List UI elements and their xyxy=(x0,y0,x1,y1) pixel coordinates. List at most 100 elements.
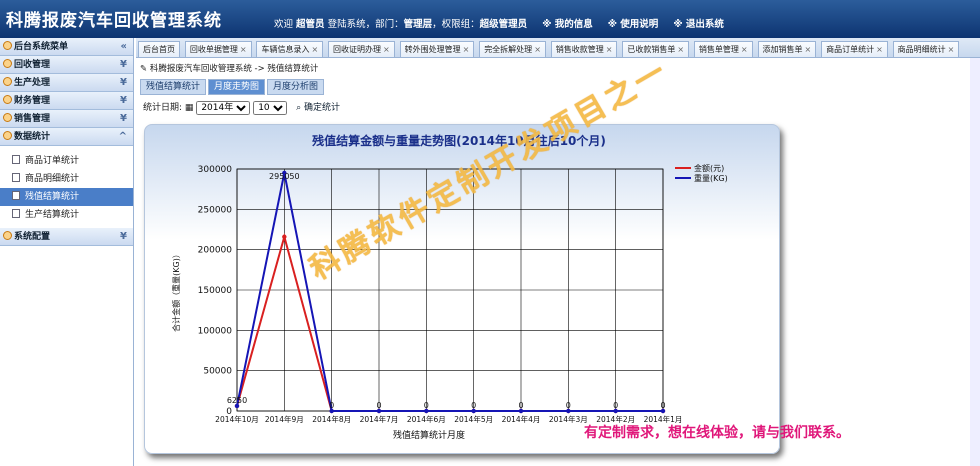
close-icon[interactable]: × xyxy=(876,45,883,54)
sidebar-title: 后台系统菜单 « xyxy=(0,38,133,56)
calendar-icon: ▦ xyxy=(184,103,194,113)
data-label: 0 xyxy=(329,401,334,410)
welcome-mid: 登陆系统，部门： xyxy=(327,19,404,30)
close-icon[interactable]: × xyxy=(240,45,247,54)
clock-icon xyxy=(3,113,12,122)
section-label: 财务管理 xyxy=(14,96,51,106)
y-tick-label: 50000 xyxy=(203,367,232,377)
my-info-link[interactable]: ※ 我的信息 xyxy=(542,19,593,30)
logout-link[interactable]: ※ 退出系统 xyxy=(673,19,724,30)
section-label: 生产处理 xyxy=(14,78,51,88)
close-icon[interactable]: × xyxy=(463,45,470,54)
sidebar-section-production[interactable]: 生产处理 ¥ xyxy=(0,74,133,92)
close-icon[interactable]: × xyxy=(948,45,955,54)
sidebar-item-detail-stats[interactable]: 商品明细统计 xyxy=(0,170,133,188)
chart-grid xyxy=(236,168,664,412)
year-select[interactable]: 2014年 xyxy=(196,101,251,115)
document-icon xyxy=(12,155,20,164)
sidebar-item-order-stats[interactable]: 商品订单统计 xyxy=(0,152,133,170)
close-icon[interactable]: × xyxy=(741,45,748,54)
tab-order-stats[interactable]: 商品订单统计 × xyxy=(821,41,888,57)
y-tick-label: 200000 xyxy=(198,246,233,256)
chevron-down-icon: ¥ xyxy=(120,231,127,242)
close-icon[interactable]: × xyxy=(311,45,318,54)
subtab-residual-stats[interactable]: 残值结算统计 xyxy=(140,79,207,95)
welcome-prefix: 欢迎 xyxy=(274,19,294,30)
tab-label: 回收单据管理 xyxy=(189,45,238,54)
breadcrumb: ✎ 科腾报废汽车回收管理系统 -> 残值结算统计 xyxy=(140,62,318,74)
data-label: 0 xyxy=(424,401,429,410)
tab-home[interactable]: 后台首页 xyxy=(138,41,180,57)
document-icon xyxy=(12,191,20,200)
stats-submenu: 商品订单统计 商品明细统计 残值结算统计 生产结算统计 xyxy=(0,146,133,228)
username: 超管员 xyxy=(296,19,325,30)
tab-label: 完全拆解处理 xyxy=(484,45,533,54)
sidebar-item-residual-stats[interactable]: 残值结算统计 xyxy=(0,188,133,206)
tab-vehicle-entry[interactable]: 车辆信息录入 × xyxy=(256,41,324,57)
chart-title: 残值结算金额与重量走势图(2014年10月往后10个月) xyxy=(312,133,606,148)
chevron-down-icon: ¥ xyxy=(120,95,127,106)
y-axis-label: 合计金额（重量(KG)） xyxy=(171,250,181,332)
data-label: 0 xyxy=(471,401,476,410)
x-tick-label: 2014年7月 xyxy=(360,414,399,424)
subtab-monthly-trend[interactable]: 月度走势图 xyxy=(208,79,266,95)
tab-label: 车辆信息录入 xyxy=(261,45,310,54)
series-line-amount xyxy=(236,232,663,412)
sidebar-section-sales[interactable]: 销售管理 ¥ xyxy=(0,110,133,128)
y-tick-label: 300000 xyxy=(198,165,233,175)
section-label: 系统配置 xyxy=(14,232,51,242)
tab-external[interactable]: 转外围处理管理 × xyxy=(399,41,475,57)
trend-chart: 残值结算金额与重量走势图(2014年10月往后10个月) 0 50000 10000… xyxy=(171,133,728,441)
close-icon[interactable]: × xyxy=(805,45,812,54)
sidebar-section-config[interactable]: 系统配置 ¥ xyxy=(0,228,133,246)
vertical-scrollbar[interactable] xyxy=(970,58,980,466)
tab-label: 转外围处理管理 xyxy=(404,45,461,54)
breadcrumb-icon: ✎ xyxy=(140,64,150,74)
close-icon[interactable]: × xyxy=(606,45,613,54)
user-info: 欢迎 超管员 登陆系统，部门：管理层，权限组：超级管理员 ※ 我的信息 ※ 使用… xyxy=(274,16,724,30)
tab-recycle-cert[interactable]: 回收证明办理 × xyxy=(328,41,395,57)
tab-label: 销售收款管理 xyxy=(555,45,604,54)
month-select[interactable]: 10 xyxy=(253,101,288,115)
sidebar: 后台系统菜单 « 回收管理 ¥ 生产处理 ¥ 财务管理 ¥ 销售管理 ¥ 数据统计 ^ 商品… xyxy=(0,38,134,466)
sidebar-section-stats[interactable]: 数据统计 ^ xyxy=(0,128,133,146)
tab-sales-payment[interactable]: 销售收款管理 × xyxy=(550,41,618,57)
y-tick-label: 250000 xyxy=(198,205,233,215)
tab-detail-stats[interactable]: 商品明细统计 × xyxy=(892,41,960,57)
subtab-monthly-analysis[interactable]: 月度分析图 xyxy=(267,79,325,95)
sidebar-item-label: 商品订单统计 xyxy=(25,156,80,166)
tab-sales-orders[interactable]: 销售单管理 × xyxy=(693,41,753,57)
filter-label: 统计日期: xyxy=(143,103,183,113)
chart-axes: 0 50000 100000 150000 200000 250000 300000 2014… xyxy=(198,165,683,424)
confirm-button[interactable]: ⌕ 确定统计 xyxy=(296,103,340,113)
perm-prefix: ，权限组： xyxy=(432,19,480,30)
close-icon[interactable]: × xyxy=(534,45,541,54)
close-icon[interactable]: × xyxy=(677,45,684,54)
tab-recycle-docs[interactable]: 回收单据管理 × xyxy=(184,41,252,57)
help-link[interactable]: ※ 使用说明 xyxy=(608,19,659,30)
y-tick-label: 150000 xyxy=(198,286,233,296)
collapse-sidebar-icon[interactable]: « xyxy=(121,38,127,56)
tab-label: 商品订单统计 xyxy=(826,45,875,54)
tab-label: 添加销售单 xyxy=(762,45,803,54)
sidebar-section-finance[interactable]: 财务管理 ¥ xyxy=(0,92,133,110)
chevron-down-icon: ¥ xyxy=(120,59,127,70)
sidebar-section-recycle[interactable]: 回收管理 ¥ xyxy=(0,56,133,74)
clock-icon xyxy=(3,59,12,68)
tab-paid-orders[interactable]: 已收款销售单 × xyxy=(622,41,690,57)
confirm-label: 确定统计 xyxy=(303,103,340,113)
x-tick-label: 2014年4月 xyxy=(502,414,541,424)
x-tick-label: 2014年10月 xyxy=(215,414,259,424)
section-label: 数据统计 xyxy=(14,132,51,142)
x-tick-label: 2014年5月 xyxy=(454,414,493,424)
tab-add-sales[interactable]: 添加销售单 × xyxy=(757,41,817,57)
y-tick-label: 100000 xyxy=(198,326,233,336)
data-point xyxy=(282,234,287,239)
clock-icon xyxy=(3,131,12,140)
chevron-down-icon: ¥ xyxy=(120,113,127,124)
tab-dismantle[interactable]: 完全拆解处理 × xyxy=(479,41,546,57)
close-icon[interactable]: × xyxy=(383,45,390,54)
sidebar-title-label: 后台系统菜单 xyxy=(14,42,69,52)
chart-series: 6250 295050 0 0 0 0 0 0 0 0 xyxy=(227,170,666,414)
sidebar-item-production-stats[interactable]: 生产结算统计 xyxy=(0,206,133,224)
